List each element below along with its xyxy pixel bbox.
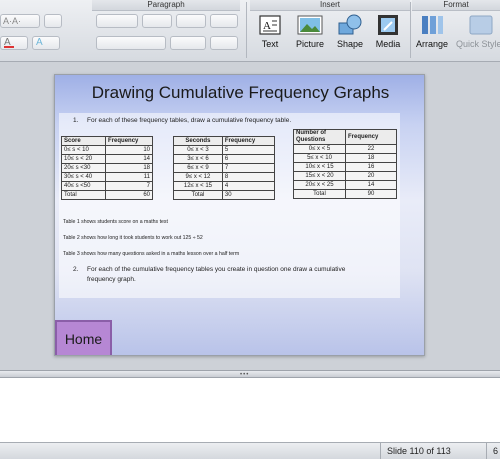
question-2-number: 2. [73, 266, 79, 273]
table-cell: 7 [221, 163, 276, 173]
clear-format-icon[interactable] [44, 14, 62, 28]
ribbon: Paragraph Insert Format A·A· A A A Text … [0, 0, 500, 62]
table-header: Seconds [173, 136, 223, 146]
table-cell: 5≤ x < 10 [293, 153, 346, 163]
slide-indicator: Slide 110 of 113 [380, 443, 486, 459]
frequency-table-3: Number of Questions Frequency 0≤ x < 5 22… [293, 129, 397, 199]
table-cell: 10≤ x < 15 [293, 162, 346, 172]
table-cell: 9≤ x < 12 [173, 172, 223, 182]
picture-icon [297, 15, 323, 35]
question-1-number: 1. [73, 117, 79, 124]
paragraph-group-title: Paragraph [92, 0, 240, 11]
table-cell: 6≤ x < 9 [173, 163, 223, 173]
shape-icon [338, 14, 362, 35]
slide-title: Drawing Cumulative Frequency Graphs [91, 83, 390, 102]
quick-styles-button[interactable]: Quick Styles [456, 13, 500, 49]
question-1-text: For each of these frequency tables, draw… [87, 117, 292, 124]
table-cell: 16 [345, 162, 397, 172]
media-icon [378, 15, 398, 35]
table-cell: 20 [345, 171, 397, 181]
font-size-button[interactable]: A·A· [0, 14, 40, 28]
slide-workspace: Drawing Cumulative Frequency Graphs 1. F… [0, 62, 500, 370]
text-box-icon: A [259, 15, 281, 35]
table-cell: 22 [345, 144, 397, 154]
table-cell: Total [60, 190, 107, 200]
table-header: Frequency [345, 129, 397, 145]
table-cell: 15≤ x < 20 [293, 171, 346, 181]
home-button[interactable]: Home [55, 320, 112, 355]
text-direction-button[interactable] [176, 14, 206, 28]
table-cell: 12≤ x < 15 [173, 181, 223, 191]
table-cell: 14 [105, 154, 153, 164]
table-cell: Total [293, 189, 346, 199]
notes-pane[interactable] [0, 378, 500, 442]
table-header: Frequency [221, 136, 276, 146]
table-cell: 4 [221, 181, 276, 191]
frequency-table-2: Seconds Frequency 0≤ x < 35 3≤ x < 66 6≤… [173, 136, 276, 200]
notes-splitter[interactable]: ••• [0, 370, 500, 378]
table-header: Score [60, 136, 107, 146]
content-panel: 1. For each of these frequency tables, d… [59, 113, 400, 298]
columns-button[interactable] [170, 36, 206, 50]
table-cell: 3≤ x < 6 [173, 154, 223, 164]
slide-canvas[interactable]: Drawing Cumulative Frequency Graphs 1. F… [54, 74, 425, 356]
table-cell: 6 [221, 154, 276, 164]
question-2: 2. For each of the cumulative frequency … [73, 266, 399, 288]
arrange-button[interactable]: Arrange [414, 13, 450, 49]
table-header: Number of Questions [293, 129, 346, 145]
table-cell: 30 [221, 190, 276, 200]
zoom-indicator[interactable]: 6 [486, 443, 500, 459]
table-cell: 10 [105, 145, 153, 155]
table-cell: 30≤ s < 40 [60, 172, 107, 182]
table-2-note: Table 2 shows how long it took students … [63, 235, 203, 241]
frequency-table-1: Score Frequency 0≤ s < 10 10 10≤ s < 20 14… [60, 136, 153, 200]
table-cell: 90 [345, 189, 397, 199]
table-cell: 18 [105, 163, 153, 173]
insert-group-title: Insert [250, 0, 410, 11]
indent-button[interactable] [142, 14, 172, 28]
quick-styles-icon [469, 15, 493, 35]
table-cell: 14 [345, 180, 397, 190]
table-3-note: Table 3 shows how many questions asked i… [63, 251, 240, 257]
table-cell: 20≤ s <30 [60, 163, 107, 173]
arrange-icon [422, 16, 443, 34]
table-cell: 40≤ s <50 [60, 181, 107, 191]
table-cell: 8 [221, 172, 276, 182]
question-2-text-line-2: frequency graph. [87, 276, 136, 283]
font-color-button[interactable]: A [0, 36, 28, 50]
format-group-title: Format [412, 0, 500, 11]
table-cell: 20≤ x < 25 [293, 180, 346, 190]
bullets-button[interactable] [96, 14, 138, 28]
table-cell: 18 [345, 153, 397, 163]
table-header: Frequency [105, 136, 153, 146]
table-cell: 0≤ x < 3 [173, 145, 223, 155]
table-1-note: Table 1 shows students score on a maths … [63, 219, 168, 225]
table-cell: 0≤ s < 10 [60, 145, 107, 155]
table-cell: Total [173, 190, 223, 200]
question-2-text-line-1: For each of the cumulative frequency tab… [87, 266, 346, 273]
line-spacing-button[interactable] [210, 14, 238, 28]
text-effects-button[interactable]: A [32, 36, 60, 50]
alignment-buttons[interactable] [96, 36, 166, 50]
shape-button[interactable]: Shape [332, 13, 368, 49]
svg-text:A: A [263, 20, 271, 32]
table-cell: 0≤ x < 5 [293, 144, 346, 154]
question-1: 1. For each of these frequency tables, d… [73, 117, 393, 127]
table-cell: 11 [105, 172, 153, 182]
text-button[interactable]: A Text [252, 13, 288, 49]
align-text-button[interactable] [210, 36, 238, 50]
table-cell: 7 [105, 181, 153, 191]
table-cell: 60 [105, 190, 153, 200]
status-bar: Slide 110 of 113 6 [0, 442, 500, 459]
picture-button[interactable]: Picture [290, 13, 330, 49]
media-button[interactable]: Media [370, 13, 406, 49]
table-cell: 10≤ s < 20 [60, 154, 107, 164]
table-cell: 5 [221, 145, 276, 155]
